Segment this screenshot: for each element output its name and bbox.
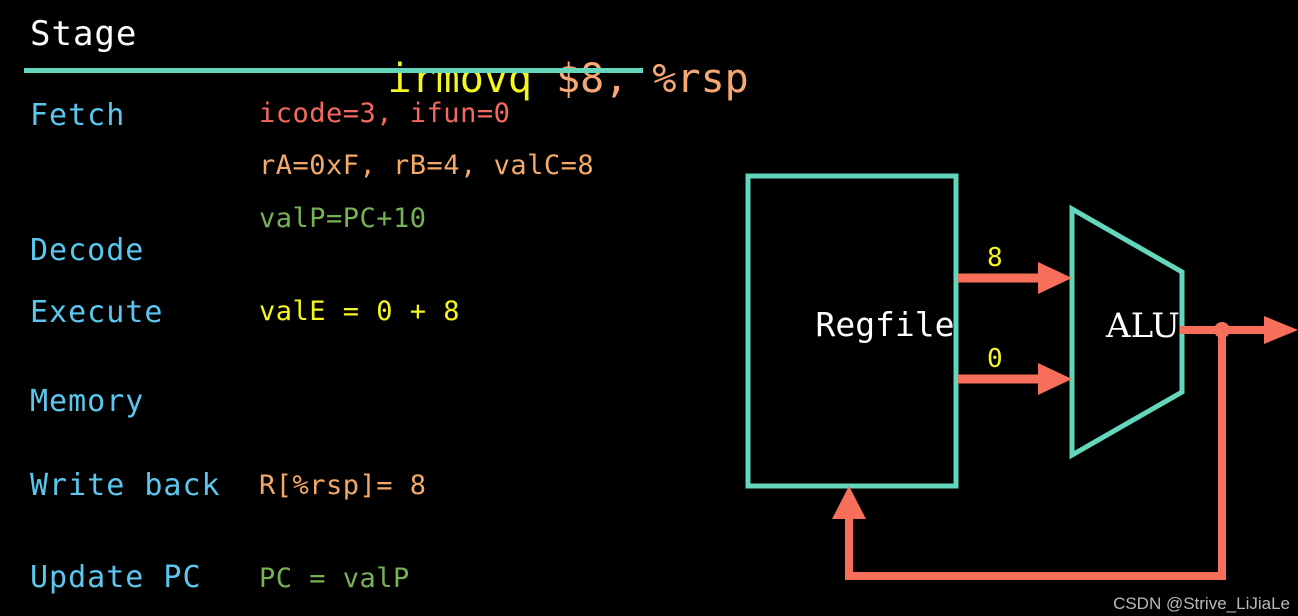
alu-label: ALU [1106,306,1180,346]
writeback-feedback-wire [832,330,1226,580]
stage-value-fetch-valp: valP=PC+10 [259,203,427,234]
datapath-diagram: Regfile ALU 8 0 [660,0,1298,616]
operand-value-bottom: 0 [987,344,1003,374]
operand-wire-top [958,262,1072,294]
slide-canvas: Stage irmovq $8, %rsp Fetch icode=3, ifu… [0,0,1298,616]
stage-value-fetch-icode: icode=3, ifun=0 [259,98,511,129]
stage-table-panel: Stage irmovq $8, %rsp Fetch icode=3, ifu… [0,0,749,616]
stage-value-write-back: R[%rsp]= 8 [259,470,427,501]
stage-value-fetch-registers: rA=0xF, rB=4, valC=8 [259,150,595,181]
stage-label-execute: Execute [30,295,164,330]
stage-label-decode: Decode [30,233,145,268]
instruction-mnemonic: irmovq [387,56,533,102]
operand-value-top: 8 [987,243,1003,273]
stage-label-memory: Memory [30,384,145,419]
stage-column-header: Stage [30,14,138,54]
header-divider [24,68,643,73]
watermark-text: CSDN @Strive_LiJiaLe [1113,594,1290,613]
stage-label-fetch: Fetch [30,98,126,133]
stage-value-update-pc: PC = valP [259,563,410,594]
stage-value-execute: valE = 0 + 8 [259,296,461,327]
regfile-label: Regfile [815,305,955,344]
stage-label-update-pc: Update PC [30,560,202,595]
operand-wire-bottom [958,363,1072,395]
stage-label-write-back: Write back [30,468,221,503]
